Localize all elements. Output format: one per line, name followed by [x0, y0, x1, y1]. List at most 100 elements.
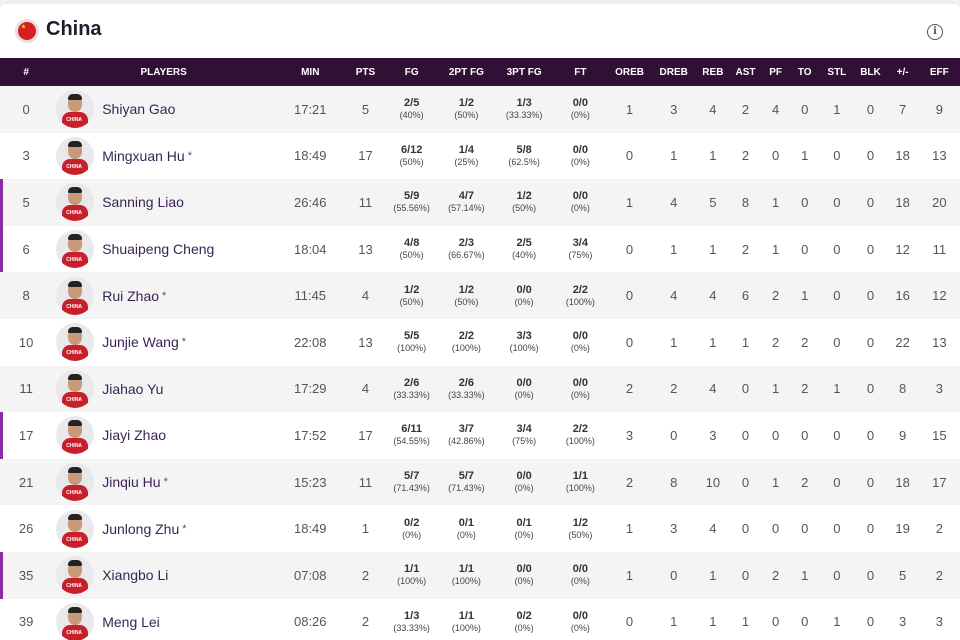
player-rows: 0Shiyan Gao17:2152/5(40%)1/2(50%)1/3(33.…: [0, 86, 960, 640]
two-point-fg-percentage: (33.33%): [448, 389, 485, 400]
player-name[interactable]: Jiayi Zhao: [102, 427, 166, 443]
player-marker: *: [182, 522, 187, 535]
col-header-to[interactable]: TO: [790, 58, 819, 86]
field-goals-percentage: (40%): [399, 110, 424, 121]
blocks: 0: [866, 521, 875, 537]
col-header-players[interactable]: PLAYERS: [52, 58, 275, 86]
table-row[interactable]: 21Jinqiu Hu*15:23115/7(71.43%)5/7(71.43%…: [0, 458, 960, 506]
field-goals-percentage: (33.33%): [393, 389, 430, 400]
plus-minus: 16: [895, 288, 910, 304]
table-row[interactable]: 3Mingxuan Hu*18:49176/12(50%)1/4(25%)5/8…: [0, 132, 960, 180]
col-header-3pt-fg[interactable]: 3PT FG: [495, 58, 553, 86]
offensive-rebounds: 0: [625, 148, 634, 164]
col-header-blk[interactable]: BLK: [854, 58, 886, 86]
offensive-rebounds: 0: [625, 241, 634, 257]
col-header-2pt-fg[interactable]: 2PT FG: [438, 58, 495, 86]
table-row[interactable]: 39Meng Lei08:2621/3(33.33%)1/1(100%)0/2(…: [0, 598, 960, 640]
col-header-eff[interactable]: EFF: [919, 58, 960, 86]
free-throws-made-attempted: 0/0: [572, 143, 588, 156]
player-avatar: [56, 276, 95, 315]
table-row[interactable]: 6Shuaipeng Cheng18:04134/8(50%)2/3(66.67…: [0, 225, 960, 273]
player-cell[interactable]: Junjie Wang*: [52, 319, 275, 366]
col-header-pts[interactable]: PTS: [345, 58, 385, 86]
player-cell[interactable]: Jinqiu Hu*: [52, 459, 275, 506]
two-point-fg-percentage: (50%): [454, 110, 479, 121]
free-throws: 0/0 (0%): [553, 599, 607, 640]
personal-fouls: 0: [772, 614, 780, 630]
col-header-stl[interactable]: STL: [819, 58, 854, 86]
two-point-fg: 5/7 (71.43%): [438, 459, 495, 506]
player-cell[interactable]: Shiyan Gao: [52, 86, 275, 133]
player-name[interactable]: Junjie Wang: [102, 334, 179, 350]
minutes: 18:49: [293, 521, 327, 537]
defensive-rebounds: 1: [670, 334, 678, 350]
free-throws: 3/4 (75%): [553, 226, 607, 273]
col-header-pf[interactable]: PF: [761, 58, 790, 86]
player-name[interactable]: Junlong Zhu: [102, 521, 179, 537]
table-row[interactable]: 11Jiahao Yu17:2942/6(33.33%)2/6(33.33%)0…: [0, 365, 960, 413]
table-row[interactable]: 0Shiyan Gao17:2152/5(40%)1/2(50%)1/3(33.…: [0, 86, 960, 133]
col-header-reb[interactable]: REB: [696, 58, 730, 86]
points: 2: [361, 567, 370, 583]
two-point-fg: 1/4 (25%): [438, 133, 495, 180]
table-row[interactable]: 5Sanning Liao26:46115/9(55.56%)4/7(57.14…: [0, 179, 960, 226]
col-header-dreb[interactable]: DREB: [652, 58, 696, 86]
player-cell[interactable]: Jiayi Zhao: [52, 412, 275, 459]
player-cell[interactable]: Rui Zhao*: [52, 272, 275, 319]
player-cell[interactable]: Xiangbo Li: [52, 552, 275, 599]
three-point-fg-percentage: (0%): [514, 389, 534, 400]
info-icon[interactable]: i: [927, 24, 943, 40]
player-name[interactable]: Xiangbo Li: [102, 567, 168, 583]
player-cell[interactable]: Meng Lei: [52, 599, 275, 640]
personal-fouls: 1: [772, 194, 780, 210]
minutes: 17:52: [293, 427, 327, 443]
field-goals-made-attempted: 5/7: [404, 470, 420, 483]
player-cell[interactable]: Jiahao Yu: [52, 366, 275, 413]
plus-minus: 5: [898, 567, 907, 583]
two-point-fg: 1/1 (100%): [438, 599, 495, 640]
table-row[interactable]: 10Junjie Wang*22:08135/5(100%)2/2(100%)3…: [0, 318, 960, 366]
player-name[interactable]: Meng Lei: [102, 614, 160, 630]
assists: 6: [741, 288, 750, 304]
col-header-plus-minus[interactable]: +/-: [887, 58, 919, 86]
col-header-min[interactable]: MIN: [275, 58, 345, 86]
player-name[interactable]: Jiahao Yu: [102, 381, 163, 397]
player-cell[interactable]: Mingxuan Hu*: [52, 133, 275, 180]
table-row[interactable]: 35Xiangbo Li07:0821/1(100%)1/1(100%)0/0(…: [0, 551, 960, 599]
col-header-fg[interactable]: FG: [386, 58, 438, 86]
efficiency: 2: [935, 567, 943, 583]
col-header-ft[interactable]: FT: [553, 58, 607, 86]
free-throws-made-attempted: 3/4: [572, 237, 588, 250]
plus-minus: 19: [895, 521, 910, 537]
col-header-oreb[interactable]: OREB: [607, 58, 651, 86]
table-row[interactable]: 26Junlong Zhu*18:4910/2(0%)0/1(0%)0/1(0%…: [0, 505, 960, 552]
col-header-ast[interactable]: AST: [730, 58, 761, 86]
field-goals-percentage: (54.55%): [393, 436, 430, 447]
plus-minus: 18: [895, 148, 910, 164]
rebounds: 4: [709, 288, 717, 304]
rebounds: 4: [709, 521, 717, 537]
three-point-fg-made-attempted: 0/0: [516, 283, 532, 296]
player-name[interactable]: Jinqiu Hu: [102, 474, 160, 490]
three-point-fg-made-attempted: 1/3: [516, 97, 532, 110]
efficiency: 20: [932, 194, 947, 210]
player-number: 26: [18, 521, 34, 537]
player-name[interactable]: Sanning Liao: [102, 194, 184, 210]
plus-minus: 22: [895, 334, 910, 350]
player-name[interactable]: Mingxuan Hu: [102, 148, 185, 164]
player-name[interactable]: Rui Zhao: [102, 288, 159, 304]
col-header-number[interactable]: #: [0, 58, 52, 86]
three-point-fg-percentage: (0%): [514, 622, 534, 633]
free-throws-percentage: (0%): [570, 203, 590, 214]
player-name[interactable]: Shiyan Gao: [102, 101, 175, 117]
three-point-fg-percentage: (0%): [514, 576, 534, 587]
player-cell[interactable]: Shuaipeng Cheng: [52, 226, 275, 273]
player-cell[interactable]: Sanning Liao: [52, 179, 275, 226]
table-row[interactable]: 17Jiayi Zhao17:52176/11(54.55%)3/7(42.86…: [0, 412, 960, 459]
player-name[interactable]: Shuaipeng Cheng: [102, 241, 214, 257]
free-throws: 1/1 (100%): [553, 459, 607, 506]
table-row[interactable]: 8Rui Zhao*11:4541/2(50%)1/2(50%)0/0(0%)2…: [0, 272, 960, 319]
player-cell[interactable]: Junlong Zhu*: [52, 505, 275, 552]
turnovers: 1: [801, 567, 809, 583]
two-point-fg-made-attempted: 1/2: [458, 97, 475, 110]
